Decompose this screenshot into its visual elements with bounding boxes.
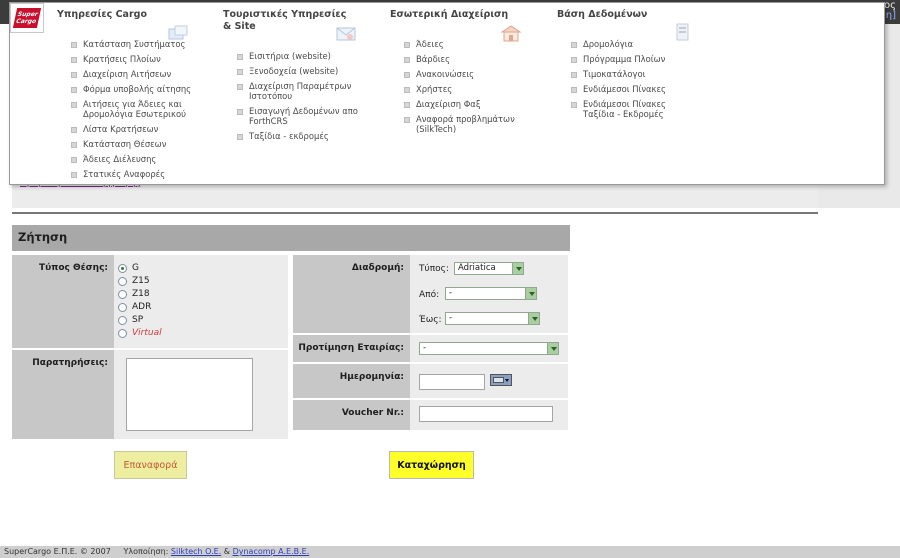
menu-item-ship-bookings[interactable]: Κρατήσεις Πλοίων (69, 54, 229, 64)
menu-column-tourism: Τουριστικές Υπηρεσίες & Site Εισιτήρια (… (223, 9, 373, 141)
company-label-cell: Προτίμηση Εταιρίας: (293, 335, 410, 362)
notes-textarea[interactable] (126, 358, 253, 431)
section-title: Ζήτηση (18, 230, 68, 244)
footer-impl-label: Υλοποίηση: (123, 547, 169, 556)
logo-mark: Super Cargo (12, 8, 42, 28)
menu-item-manage-requests[interactable]: Διαχείριση Αιτήσεων (69, 69, 229, 79)
from-label: Από: (419, 290, 440, 300)
menu-item-announcements[interactable]: Ανακοινώσεις (402, 69, 532, 79)
radio-label-z18: Z18 (132, 289, 150, 299)
menu-item-hotels-website[interactable]: Ξενοδοχεία (website) (235, 66, 375, 76)
radio-button-checked[interactable] (118, 264, 127, 273)
from-select-value: - (449, 288, 453, 298)
radio-button[interactable] (118, 329, 127, 338)
to-label: Έως: (419, 315, 442, 325)
menu-items-database: Δρομολόγια Πρόγραμμα Πλοίων Τιμοκατάλογο… (569, 39, 699, 124)
menu-item-system-status[interactable]: Κατάσταση Συστήματος (69, 39, 229, 49)
menu-item-bug-report[interactable]: Αναφορά προβλημάτων (SilkTech) (402, 114, 532, 134)
date-label-cell: Ημερομηνία: (293, 364, 410, 398)
radio-label-g: G (132, 263, 139, 273)
menu-item-site-params[interactable]: Διαχείριση Παραμέτρων Ιστοτόπου (235, 81, 375, 101)
radio-button[interactable] (118, 316, 127, 325)
menu-item-static-reports[interactable]: Στατικές Αναφορές (69, 169, 229, 179)
menu-item-seat-status[interactable]: Κατάσταση Θέσεων (69, 139, 229, 149)
voucher-label: Voucher Nr.: (341, 408, 404, 418)
menu-title-internal[interactable]: Εσωτερική Διαχείριση (390, 9, 540, 21)
radio-button[interactable] (118, 290, 127, 299)
divider (12, 212, 818, 214)
company-label: Προτίμηση Εταιρίας: (298, 343, 404, 353)
menu-item-ship-schedule[interactable]: Πρόγραμμα Πλοίων (569, 54, 699, 64)
company-select-value: - (423, 343, 427, 353)
footer-copyright: SuperCargo Ε.Π.Ε. © 2007 (4, 547, 111, 556)
to-select-value: - (449, 313, 453, 323)
company-select[interactable]: - (419, 342, 559, 355)
supercargo-logo[interactable]: Super Cargo (10, 3, 44, 33)
voucher-label-cell: Voucher Nr.: (293, 400, 410, 430)
topbar-text-2[interactable]: η] (884, 11, 896, 21)
chevron-down-icon[interactable] (547, 343, 558, 354)
radio-label-sp: SP (132, 315, 144, 325)
type-select-value: Adriatica (458, 263, 496, 273)
menu-column-database: Βάση Δεδομένων Δρομολόγια Πρόγραμμα Πλοί… (557, 9, 707, 119)
radio-label-adr: ADR (132, 302, 152, 312)
radio-label-z15: Z15 (132, 276, 150, 286)
footer-link-silktech[interactable]: Silktech O.E. (171, 547, 221, 556)
menu-item-fax[interactable]: Διαχείριση Φαξ (402, 99, 532, 109)
menu-item-transit-permits[interactable]: Άδειες Διέλευσης (69, 154, 229, 164)
mail-icon (336, 27, 356, 41)
request-section-header: Ζήτηση (12, 225, 570, 251)
type-select[interactable]: Adriatica (454, 262, 524, 275)
menu-item-booking-list[interactable]: Λίστα Κρατήσεων (69, 124, 229, 134)
menu-column-cargo: Υπηρεσίες Cargo Κατάσταση Συστήματος Κρα… (57, 9, 227, 179)
menu-item-intermediate-tables[interactable]: Ενδιάμεσοι Πίνακες (569, 84, 699, 94)
menu-item-leaves[interactable]: Άδειες (402, 39, 532, 49)
menu-title-cargo[interactable]: Υπηρεσίες Cargo (57, 9, 227, 21)
calendar-icon[interactable] (490, 374, 512, 386)
chevron-down-icon[interactable] (525, 288, 536, 299)
seat-type-label: Τύπος Θέσης: (39, 263, 108, 273)
menu-title-tourism[interactable]: Τουριστικές Υπηρεσίες & Site (223, 9, 353, 33)
menu-item-routes[interactable]: Δρομολόγια (569, 39, 699, 49)
footer-amp: & (223, 547, 231, 556)
menu-item-domestic-permits[interactable]: Αιτήσεις για Άδειες και Δρομολόγια Εσωτε… (69, 99, 229, 119)
mega-menu: Super Cargo Υπηρεσίες Cargo Κατάσταση Συ… (9, 2, 885, 185)
menu-item-users[interactable]: Χρήστες (402, 84, 532, 94)
chevron-down-icon[interactable] (528, 313, 539, 324)
menu-column-internal: Εσωτερική Διαχείριση Άδειες Βάρδιες Ανακ… (390, 9, 540, 134)
date-label: Ημερομηνία: (339, 372, 404, 382)
route-label-cell: Διαδρομή: (293, 255, 410, 333)
route-label: Διαδρομή: (351, 263, 404, 273)
menu-item-shifts[interactable]: Βάρδιες (402, 54, 532, 64)
menu-item-import-forthcrs[interactable]: Εισαγωγή Δεδομένων απο ForthCRS (235, 106, 375, 126)
notes-label-cell: Παρατηρήσεις: (12, 350, 114, 439)
menu-item-tickets-website[interactable]: Εισιτήρια (website) (235, 51, 375, 61)
type-label: Τύπος: (419, 264, 449, 274)
from-select[interactable]: - (445, 287, 537, 300)
reset-button[interactable]: Επαναφορά (114, 451, 187, 479)
radio-button[interactable] (118, 303, 127, 312)
menu-item-intermediate-trip-tables[interactable]: Ενδιάμεσοι Πίνακες Ταξίδια - Εκδρομές (569, 99, 699, 119)
calendar-body (493, 377, 504, 383)
notes-label: Παρατηρήσεις: (32, 358, 108, 368)
chevron-down-icon (505, 379, 509, 382)
chevron-down-icon[interactable] (512, 263, 523, 274)
topbar-user-info[interactable]: ος η] (884, 1, 896, 21)
menu-items-internal: Άδειες Βάρδιες Ανακοινώσεις Χρήστες Διαχ… (402, 39, 532, 139)
menu-items-cargo: Κατάσταση Συστήματος Κρατήσεις Πλοίων Δι… (69, 39, 229, 184)
footer-link-dynacomp[interactable]: Dynacomp A.E.B.E. (233, 547, 310, 556)
footer: SuperCargo Ε.Π.Ε. © 2007 Υλοποίηση: Silk… (0, 546, 900, 558)
menu-title-database[interactable]: Βάση Δεδομένων (557, 9, 707, 21)
radio-label-virtual: Virtual (132, 328, 162, 338)
menu-item-trips[interactable]: Ταξίδια - εκδρομές (235, 131, 375, 141)
seat-type-label-cell: Τύπος Θέσης: (12, 255, 114, 348)
menu-item-request-form[interactable]: Φόρμα υποβολής αίτησης (69, 84, 229, 94)
menu-items-tourism: Εισιτήρια (website) Ξενοδοχεία (website)… (235, 51, 375, 146)
menu-item-price-lists[interactable]: Τιμοκατάλογοι (569, 69, 699, 79)
date-input[interactable] (419, 374, 485, 390)
voucher-input[interactable] (419, 406, 553, 422)
to-select[interactable]: - (445, 312, 540, 325)
radio-button[interactable] (118, 277, 127, 286)
submit-button[interactable]: Καταχώρηση (389, 451, 474, 479)
